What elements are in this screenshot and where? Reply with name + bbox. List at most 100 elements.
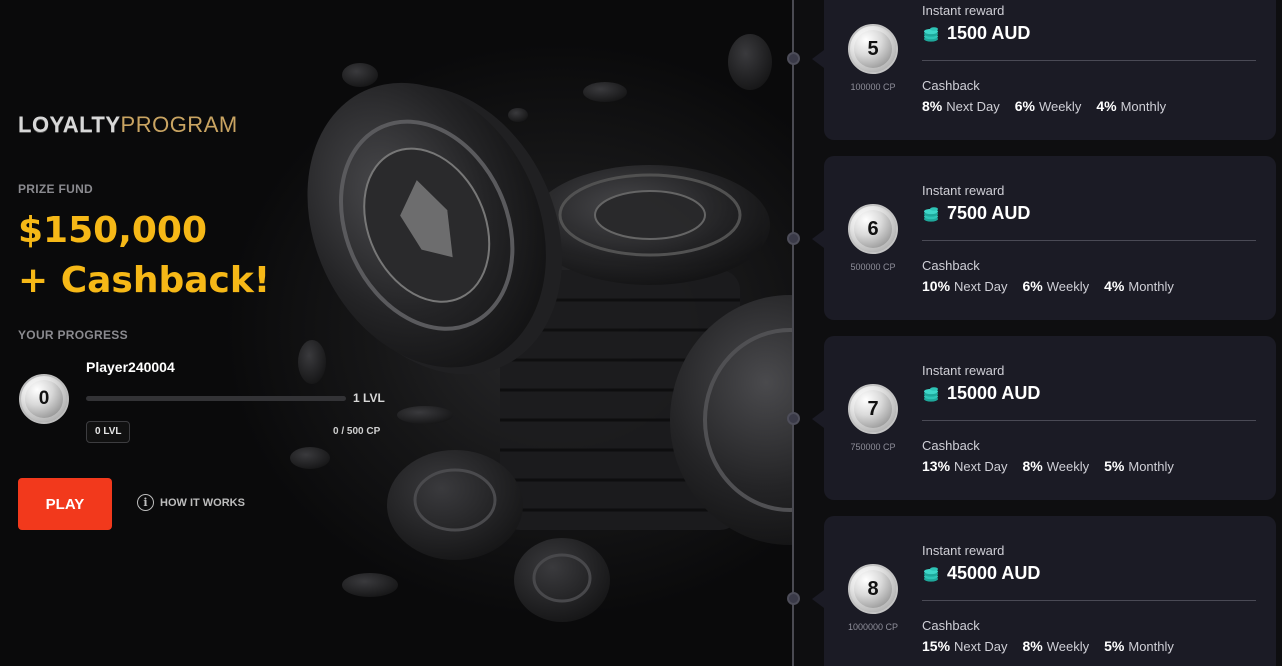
instant-reward: 1500 AUD	[922, 23, 1030, 44]
player-name: Player240004	[86, 359, 175, 375]
next-day-pct: 15%	[922, 638, 951, 654]
play-button[interactable]: PLAY	[18, 478, 112, 530]
cashback-label: Cashback	[922, 258, 980, 273]
timeline-line	[792, 0, 794, 666]
level-number: 6	[867, 217, 879, 240]
prize-fund-label: PRIZE FUND	[18, 182, 93, 196]
monthly-pct: 4%	[1096, 98, 1117, 114]
current-level-number: 0	[38, 388, 50, 409]
next-day-label: Next Day	[954, 639, 1008, 654]
cashback-weekly: 6% Weekly	[1023, 278, 1090, 294]
card-pointer	[812, 590, 824, 608]
level-number: 8	[867, 577, 879, 600]
weekly-label: Weekly	[1046, 639, 1090, 654]
cashback-rates: 13% Next Day 8% Weekly 5% Monthly	[922, 458, 1174, 474]
card-divider	[922, 240, 1256, 241]
weekly-label: Weekly	[1046, 459, 1090, 474]
card-divider	[922, 60, 1256, 61]
next-level-label: 1 LVL	[353, 391, 385, 405]
weekly-label: Weekly	[1046, 279, 1090, 294]
card-pointer	[812, 230, 824, 248]
next-day-label: Next Day	[946, 99, 1000, 114]
current-level-badge: 0 LVL	[86, 421, 131, 443]
instant-reward-amount: 1500 AUD	[947, 23, 1031, 43]
cashback-next-day: 8% Next Day	[922, 98, 1000, 114]
cashback-next-day: 10% Next Day	[922, 278, 1008, 294]
weekly-pct: 8%	[1022, 458, 1043, 474]
instant-reward-amount: 15000 AUD	[947, 383, 1041, 403]
instant-reward: 15000 AUD	[922, 383, 1040, 404]
level-card: 5 100000 CP Instant reward 1500 AUD Cashback…	[824, 0, 1276, 140]
cashback-monthly: 5% Monthly	[1104, 638, 1174, 654]
loyalty-logo: LOYALTYPROGRAM	[18, 112, 238, 138]
next-day-pct: 8%	[922, 98, 943, 114]
level-cp-requirement: 500000 CP	[850, 262, 896, 272]
monthly-pct: 4%	[1104, 278, 1125, 294]
logo-part-program: PROGRAM	[120, 112, 238, 137]
timeline-dot	[787, 52, 800, 65]
how-it-works-link[interactable]: i HOW IT WORKS	[137, 494, 245, 511]
monthly-pct: 5%	[1104, 638, 1125, 654]
next-day-label: Next Day	[954, 459, 1008, 474]
level-number: 5	[867, 37, 879, 60]
info-icon: i	[137, 494, 154, 511]
coins-icon	[922, 385, 940, 403]
level-coin: 5	[848, 24, 898, 74]
progress-bar	[86, 396, 346, 401]
card-divider	[922, 420, 1256, 421]
card-pointer	[812, 410, 824, 428]
monthly-label: Monthly	[1120, 99, 1167, 114]
level-card: 6 500000 CP Instant reward 7500 AUD Cashback…	[824, 156, 1276, 320]
instant-reward-label: Instant reward	[922, 183, 1005, 198]
timeline-dot	[787, 232, 800, 245]
level-cp-requirement: 100000 CP	[850, 82, 896, 92]
instant-reward-label: Instant reward	[922, 3, 1005, 18]
current-level-coin: 0	[19, 374, 69, 424]
card-pointer	[812, 50, 824, 68]
coins-icon	[922, 205, 940, 223]
instant-reward-amount: 45000 AUD	[947, 563, 1041, 583]
weekly-pct: 6%	[1022, 278, 1043, 294]
cashback-rates: 10% Next Day 6% Weekly 4% Monthly	[922, 278, 1174, 294]
instant-reward-amount: 7500 AUD	[947, 203, 1031, 223]
level-cp-requirement: 750000 CP	[850, 442, 896, 452]
level-card: 8 1000000 CP Instant reward 45000 AUD Cashba…	[824, 516, 1276, 666]
cashback-label: Cashback	[922, 78, 980, 93]
cashback-weekly: 8% Weekly	[1023, 458, 1090, 474]
logo-part-loyalty: LOYALTY	[18, 112, 121, 137]
coins-icon	[922, 565, 940, 583]
level-coin: 8	[848, 564, 898, 614]
cashback-weekly: 6% Weekly	[1015, 98, 1082, 114]
level-number: 7	[867, 397, 879, 420]
your-progress-label: YOUR PROGRESS	[18, 328, 128, 342]
prize-fund: $150,000 + Cashback!	[18, 206, 270, 306]
cashback-monthly: 4% Monthly	[1096, 98, 1166, 114]
level-cp-requirement: 1000000 CP	[847, 622, 899, 632]
monthly-pct: 5%	[1104, 458, 1125, 474]
prize-extra: + Cashback!	[18, 260, 271, 301]
instant-reward-label: Instant reward	[922, 363, 1005, 378]
prize-amount: $150,000	[18, 210, 208, 251]
next-day-pct: 10%	[922, 278, 951, 294]
cashback-label: Cashback	[922, 438, 980, 453]
instant-reward: 45000 AUD	[922, 563, 1040, 584]
cashback-label: Cashback	[922, 618, 980, 633]
level-coin: 6	[848, 204, 898, 254]
level-card: 7 750000 CP Instant reward 15000 AUD Cashbac…	[824, 336, 1276, 500]
instant-reward-label: Instant reward	[922, 543, 1005, 558]
weekly-pct: 6%	[1014, 98, 1035, 114]
instant-reward: 7500 AUD	[922, 203, 1030, 224]
cashback-next-day: 15% Next Day	[922, 638, 1008, 654]
timeline-dot	[787, 412, 800, 425]
monthly-label: Monthly	[1128, 639, 1174, 654]
how-it-works-label: HOW IT WORKS	[160, 496, 245, 509]
cashback-monthly: 4% Monthly	[1104, 278, 1174, 294]
monthly-label: Monthly	[1128, 459, 1174, 474]
cashback-rates: 15% Next Day 8% Weekly 5% Monthly	[922, 638, 1174, 654]
cp-progress-text: 0 / 500 CP	[333, 426, 381, 437]
level-coin: 7	[848, 384, 898, 434]
monthly-label: Monthly	[1128, 279, 1174, 294]
coins-icon	[922, 25, 940, 43]
cashback-monthly: 5% Monthly	[1104, 458, 1174, 474]
next-day-label: Next Day	[954, 279, 1008, 294]
